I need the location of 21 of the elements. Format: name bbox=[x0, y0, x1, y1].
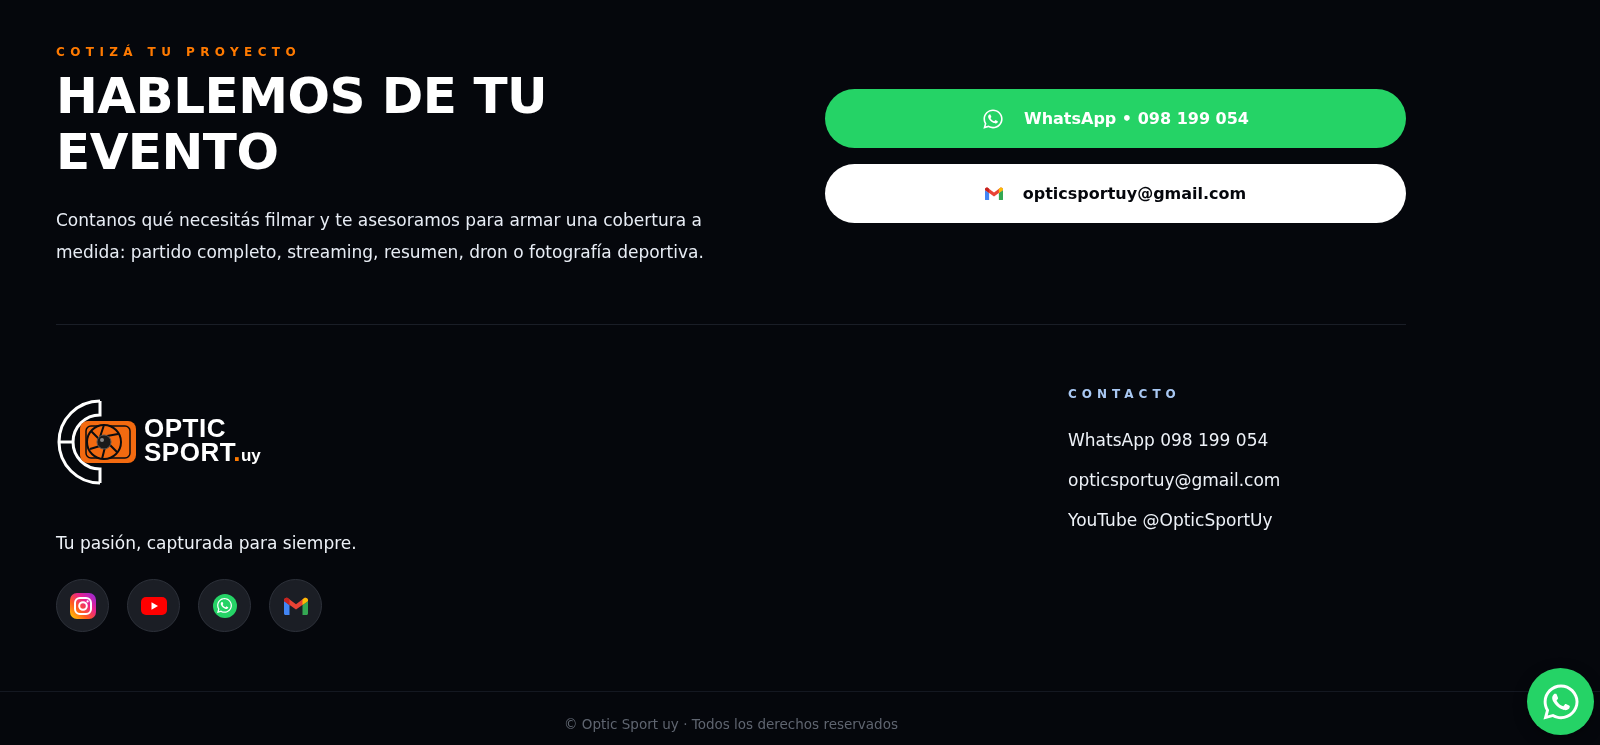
gmail-icon bbox=[283, 596, 308, 615]
contact-link[interactable]: opticsportuy@gmail.com bbox=[1068, 467, 1281, 493]
whatsapp-icon bbox=[212, 593, 237, 618]
section-eyebrow: COTIZÁ TU PROYECTO bbox=[56, 44, 302, 60]
email-button[interactable]: opticsportuy@gmail.com bbox=[825, 164, 1406, 223]
youtube-icon bbox=[140, 596, 167, 615]
social-link[interactable] bbox=[198, 579, 251, 632]
social-link[interactable] bbox=[56, 579, 109, 632]
contact-link[interactable]: WhatsApp 098 199 054 bbox=[1068, 427, 1281, 453]
social-link[interactable] bbox=[269, 579, 322, 632]
camera-aperture-logo-icon bbox=[56, 399, 138, 485]
logo-wordmark: OPTIC SPORT.uy bbox=[144, 416, 261, 468]
section-description: Contanos qué necesitás filmar y te asesoramos para armar una cobertura a medida: partido completo, streaming, resumen, dron o fotografía deportiva. bbox=[56, 209, 705, 264]
footer-tagline: Tu pasión, capturada para siempre. bbox=[56, 532, 357, 555]
contact-heading: CONTACTO bbox=[1068, 386, 1181, 402]
gmail-icon bbox=[984, 186, 1003, 201]
copyright-text: © Optic Sport uy · Todos los derechos reservados bbox=[563, 716, 899, 732]
whatsapp-icon bbox=[982, 107, 1004, 130]
section-title: HABLEMOS DE TU EVENTO bbox=[56, 68, 549, 180]
instagram-icon bbox=[69, 592, 96, 619]
contact-link[interactable]: YouTube @OpticSportUy bbox=[1068, 507, 1281, 533]
